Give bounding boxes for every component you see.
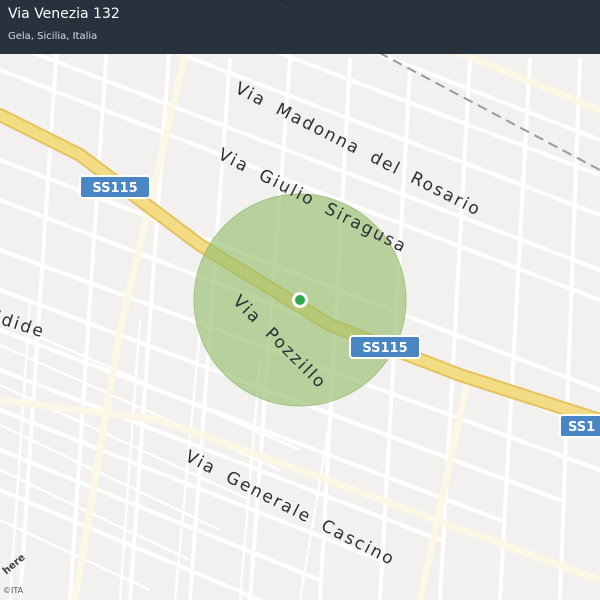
road-shield-ss115-west: SS115 (79, 175, 151, 199)
copyright-text: ©ITA (3, 586, 24, 595)
svg-text:SS115: SS115 (362, 341, 407, 356)
map-canvas[interactable]: Via Madonna del Rosario Via Giulio Sirag… (0, 0, 600, 600)
road-shield-ss115-center: SS115 (349, 335, 421, 359)
location-header: Via Venezia 132 Gela, Sicilia, Italia (0, 0, 600, 54)
address-title: Via Venezia 132 (8, 6, 120, 22)
map-attribution: here ©ITA (1, 552, 42, 598)
svg-text:SS115: SS115 (92, 181, 137, 196)
map-view[interactable]: Via Madonna del Rosario Via Giulio Sirag… (0, 0, 600, 600)
svg-text:SS1: SS1 (568, 420, 595, 435)
location-marker[interactable] (292, 292, 308, 308)
road-shield-ss1-east: SS1 (559, 414, 600, 438)
address-subtitle: Gela, Sicilia, Italia (8, 31, 98, 42)
